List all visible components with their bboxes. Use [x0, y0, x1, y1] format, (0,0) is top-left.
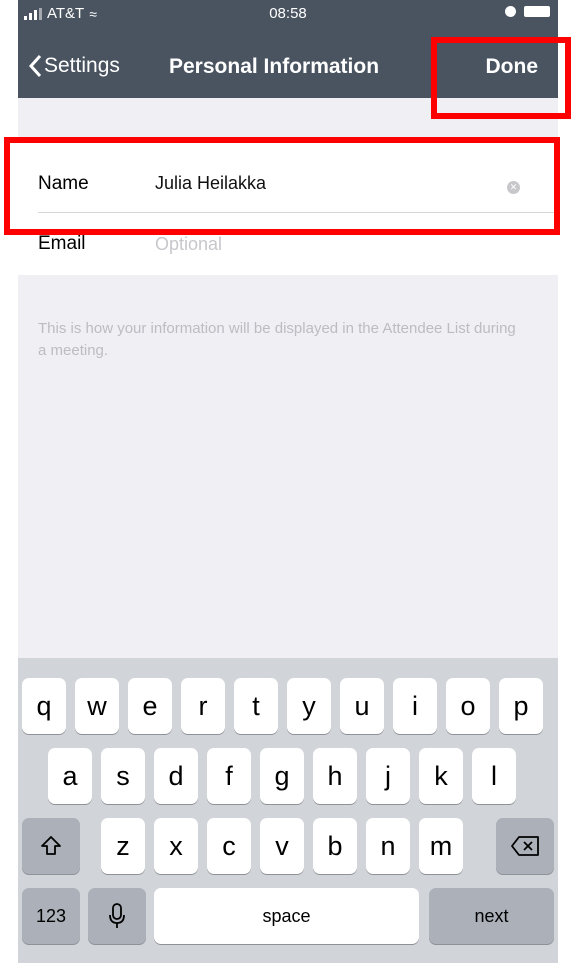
done-highlight-box — [431, 37, 571, 119]
key-q[interactable]: q — [22, 678, 66, 734]
shift-icon — [41, 836, 61, 855]
next-key[interactable]: next — [429, 888, 554, 944]
key-r[interactable]: r — [181, 678, 225, 734]
key-e[interactable]: e — [128, 678, 172, 734]
key-b[interactable]: b — [313, 818, 357, 874]
key-o[interactable]: o — [446, 678, 490, 734]
key-j[interactable]: j — [366, 748, 410, 804]
back-label: Settings — [44, 54, 120, 77]
key-w[interactable]: w — [75, 678, 119, 734]
shift-key[interactable] — [22, 818, 80, 874]
key-g[interactable]: g — [260, 748, 304, 804]
key-z[interactable]: z — [101, 818, 145, 874]
numbers-key[interactable]: 123 — [22, 888, 80, 944]
key-y[interactable]: y — [287, 678, 331, 734]
key-i[interactable]: i — [393, 678, 437, 734]
key-h[interactable]: h — [313, 748, 357, 804]
email-field[interactable]: Optional — [155, 234, 222, 255]
microphone-icon — [109, 903, 125, 928]
battery-icon — [524, 6, 550, 17]
key-m[interactable]: m — [419, 818, 463, 874]
key-v[interactable]: v — [260, 818, 304, 874]
key-l[interactable]: l — [472, 748, 516, 804]
key-p[interactable]: p — [499, 678, 543, 734]
status-right — [505, 6, 550, 17]
status-time: 08:58 — [269, 5, 307, 22]
email-label: Email — [38, 233, 86, 254]
info-hint: This is how your information will be dis… — [38, 320, 516, 359]
key-a[interactable]: a — [48, 748, 92, 804]
key-t[interactable]: t — [234, 678, 278, 734]
space-key[interactable]: space — [154, 888, 419, 944]
backspace-key[interactable] — [496, 818, 554, 874]
back-button[interactable]: Settings — [28, 54, 120, 78]
alarm-icon — [505, 6, 516, 17]
key-d[interactable]: d — [154, 748, 198, 804]
key-s[interactable]: s — [101, 748, 145, 804]
chevron-left-icon — [28, 54, 42, 78]
key-c[interactable]: c — [207, 818, 251, 874]
key-f[interactable]: f — [207, 748, 251, 804]
key-u[interactable]: u — [340, 678, 384, 734]
backspace-icon — [511, 836, 539, 856]
page-title: Personal Information — [169, 55, 380, 78]
microphone-key[interactable] — [88, 888, 146, 944]
key-k[interactable]: k — [419, 748, 463, 804]
key-n[interactable]: n — [366, 818, 410, 874]
keyboard: q w e r t y u i o p a s d f g h j k l z … — [18, 658, 558, 963]
key-x[interactable]: x — [154, 818, 198, 874]
name-highlight-box — [4, 137, 560, 235]
